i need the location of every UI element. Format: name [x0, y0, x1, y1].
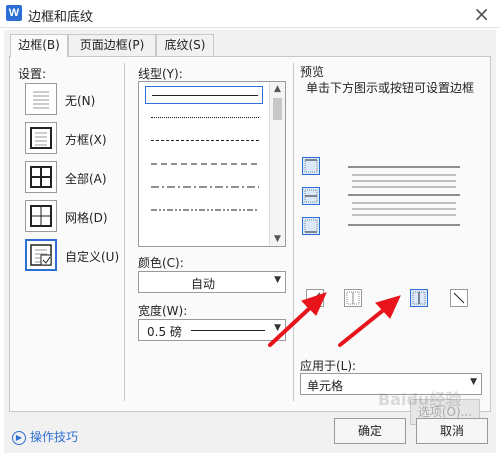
setting-box-label: 方框(X): [65, 133, 107, 147]
inner-horizontal-border-button[interactable]: [302, 187, 320, 205]
scroll-thumb[interactable]: [273, 98, 282, 120]
dialog-title: 边框和底纹: [28, 10, 94, 25]
line-style-scrollbar[interactable]: ▲ ▼: [269, 82, 285, 246]
setting-grid-label: 网格(D): [65, 211, 108, 225]
none-border-icon: [25, 83, 57, 115]
chevron-down-icon: ▼: [470, 377, 477, 387]
preview-label: 预览: [300, 65, 325, 79]
color-label: 颜色(C):: [138, 256, 184, 270]
setting-grid[interactable]: 网格(D): [25, 200, 135, 234]
width-line-sample: [191, 330, 265, 331]
scroll-up-icon[interactable]: ▲: [270, 82, 285, 96]
title-bar: W 边框和底纹 ×: [0, 0, 500, 28]
setting-all[interactable]: 全部(A): [25, 161, 135, 195]
divider: [293, 63, 294, 401]
settings-label: 设置:: [18, 67, 47, 81]
grid-border-icon: [25, 200, 57, 232]
wps-writer-icon: W: [6, 5, 22, 21]
color-value: 自动: [191, 277, 216, 291]
diagonal-down-border-button[interactable]: [306, 289, 324, 307]
tab-shading[interactable]: 底纹(S): [156, 34, 214, 56]
setting-none-label: 无(N): [65, 94, 96, 108]
tab-page-borders[interactable]: 页面边框(P): [68, 34, 156, 56]
all-borders-icon: [25, 161, 57, 193]
setting-custom[interactable]: 自定义(U): [25, 239, 135, 273]
line-style-list[interactable]: ▲ ▼: [138, 81, 286, 247]
box-border-icon: [25, 122, 57, 154]
width-select[interactable]: 0.5 磅 ▼: [138, 319, 286, 341]
setting-custom-label: 自定义(U): [65, 250, 120, 264]
scroll-down-icon[interactable]: ▼: [270, 232, 285, 246]
line-style-solid[interactable]: [145, 86, 263, 104]
preview-sample[interactable]: [340, 157, 468, 237]
custom-border-icon: [25, 239, 57, 271]
cancel-button[interactable]: 取消: [416, 418, 488, 444]
tips-label: 操作技巧: [30, 430, 79, 444]
line-style-dash-dot[interactable]: [145, 178, 263, 196]
line-style-dash-dot-dot[interactable]: [145, 201, 263, 219]
width-value: 0.5 磅: [147, 325, 182, 339]
line-style-dotted[interactable]: [145, 109, 263, 127]
left-border-button[interactable]: [344, 289, 362, 307]
chevron-down-icon: ▼: [274, 275, 281, 285]
line-style-label: 线型(Y):: [138, 67, 183, 81]
play-icon: ▶: [12, 430, 26, 445]
setting-box[interactable]: 方框(X): [25, 122, 135, 156]
divider: [124, 63, 125, 401]
bottom-border-button[interactable]: [302, 217, 320, 235]
borders-panel: 设置: 无(N) 方框(X) 全部(A) 网格(D) 自定义(U) 线型(Y):…: [9, 56, 491, 425]
watermark: Baidu经验: [378, 390, 462, 409]
line-style-small-dash[interactable]: [145, 132, 263, 150]
apply-to-label: 应用于(L):: [300, 359, 357, 373]
preview-hint: 单击下方图示或按钮可设置边框: [306, 81, 475, 95]
width-label: 宽度(W):: [138, 304, 188, 318]
setting-none[interactable]: 无(N): [25, 83, 135, 117]
tab-borders[interactable]: 边框(B): [10, 34, 68, 57]
line-style-dash[interactable]: [145, 155, 263, 173]
color-select[interactable]: 自动 ▼: [138, 271, 286, 293]
ok-button[interactable]: 确定: [334, 418, 406, 444]
top-border-button[interactable]: [302, 157, 320, 175]
inner-vertical-border-button[interactable]: [410, 289, 428, 307]
close-icon[interactable]: ×: [473, 2, 490, 26]
chevron-down-icon: ▼: [274, 323, 281, 333]
apply-to-value: 单元格: [307, 379, 344, 393]
tips-link[interactable]: ▶ 操作技巧: [12, 428, 78, 445]
setting-all-label: 全部(A): [65, 172, 107, 186]
diagonal-up-border-button[interactable]: [450, 289, 468, 307]
